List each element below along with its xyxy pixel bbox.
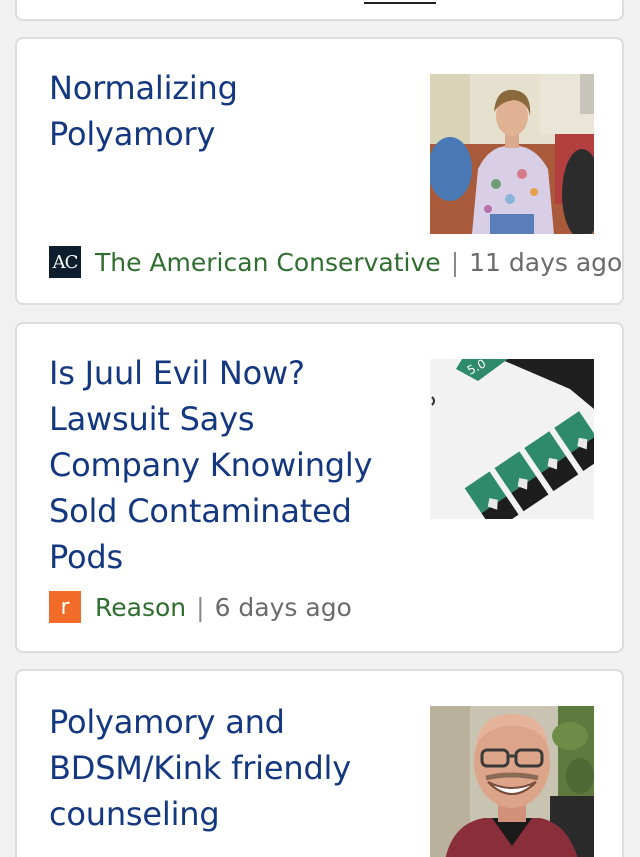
publish-time: 6 days ago bbox=[214, 592, 352, 622]
smiling-man-image bbox=[430, 706, 594, 857]
separator: | bbox=[196, 592, 205, 622]
previous-card-edge bbox=[15, 0, 624, 21]
article-title[interactable]: Is Juul Evil Now? Lawsuit Says Company K… bbox=[49, 350, 399, 580]
article-thumbnail[interactable]: 5.0 bbox=[430, 359, 594, 519]
american-conservative-logo: AC bbox=[49, 246, 81, 278]
previous-card-underline bbox=[364, 2, 436, 4]
article-thumbnail[interactable] bbox=[430, 74, 594, 234]
article-card[interactable]: Polyamory and BDSM/Kink friendly counsel… bbox=[15, 669, 624, 857]
article-thumbnail[interactable] bbox=[430, 706, 594, 857]
source-row: r Reason | 6 days ago bbox=[49, 590, 352, 624]
article-title[interactable]: Polyamory and BDSM/Kink friendly counsel… bbox=[49, 699, 409, 837]
source-name[interactable]: Reason bbox=[95, 593, 186, 622]
source-name[interactable]: The American Conservative bbox=[95, 248, 441, 277]
news-feed: Normalizing Polyamory AC The American Co… bbox=[0, 0, 640, 857]
article-card[interactable]: Normalizing Polyamory AC The American Co… bbox=[15, 37, 624, 305]
publish-time: 11 days ago bbox=[469, 247, 623, 277]
reason-logo: r bbox=[49, 591, 81, 623]
source-row: AC The American Conservative | 11 days a… bbox=[49, 245, 622, 279]
article-title[interactable]: Normalizing Polyamory bbox=[49, 65, 379, 157]
article-card[interactable]: Is Juul Evil Now? Lawsuit Says Company K… bbox=[15, 322, 624, 653]
woman-on-couch-image bbox=[430, 74, 594, 234]
separator: | bbox=[450, 247, 460, 277]
juul-pods-image: 5.0 bbox=[430, 359, 594, 519]
